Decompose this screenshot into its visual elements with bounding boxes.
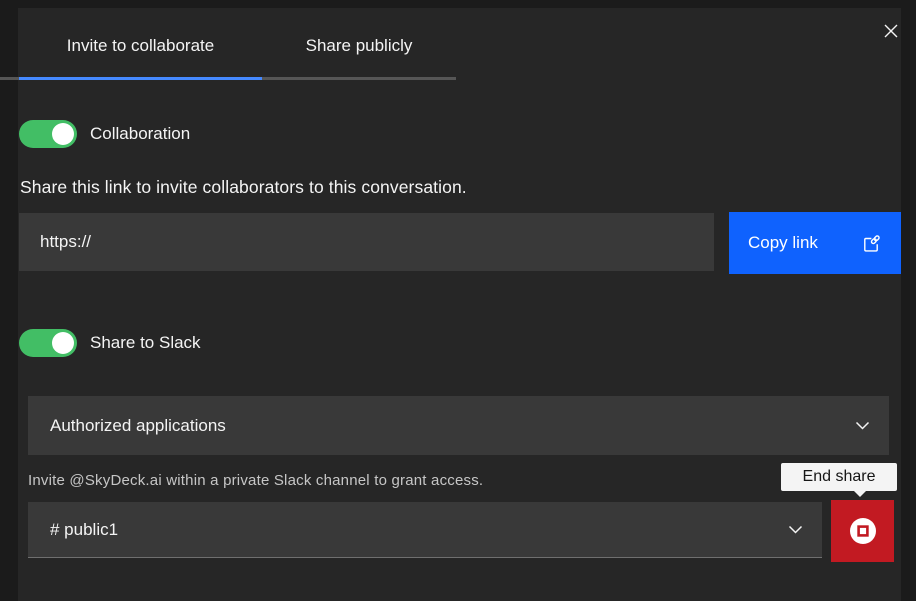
end-share-button[interactable]: [831, 500, 894, 562]
collaboration-toggle[interactable]: [19, 120, 77, 148]
copy-link-label: Copy link: [748, 233, 818, 253]
share-dialog: Invite to collaborate Share publicly Col…: [0, 0, 916, 601]
tab-invite-label: Invite to collaborate: [67, 36, 214, 56]
tab-share-publicly[interactable]: Share publicly: [262, 8, 456, 77]
slack-channel-value: # public1: [50, 520, 118, 540]
copy-link-icon: [861, 233, 882, 254]
active-tab-indicator: [19, 77, 262, 80]
share-link-input[interactable]: [19, 213, 714, 271]
slack-channel-dropdown[interactable]: # public1: [28, 502, 822, 558]
stop-icon: [849, 517, 877, 545]
collaboration-toggle-label: Collaboration: [90, 124, 190, 144]
close-icon: [883, 23, 899, 39]
chevron-down-icon: [855, 421, 870, 430]
share-to-slack-toggle[interactable]: [19, 329, 77, 357]
collaboration-row: Collaboration: [19, 120, 190, 148]
chevron-down-icon: [788, 525, 803, 534]
authorized-applications-dropdown[interactable]: Authorized applications: [28, 396, 889, 455]
authorized-applications-value: Authorized applications: [50, 416, 226, 436]
toggle-knob: [52, 123, 74, 145]
toggle-knob: [52, 332, 74, 354]
tooltip-caret: [853, 490, 867, 497]
slack-helper-text: Invite @SkyDeck.ai within a private Slac…: [28, 472, 483, 489]
end-share-tooltip: End share: [781, 463, 897, 491]
end-share-tooltip-label: End share: [803, 468, 876, 486]
tab-share-label: Share publicly: [306, 36, 413, 56]
copy-link-button[interactable]: Copy link: [729, 212, 901, 274]
tab-invite-to-collaborate[interactable]: Invite to collaborate: [19, 8, 262, 77]
share-to-slack-toggle-label: Share to Slack: [90, 333, 201, 353]
share-to-slack-row: Share to Slack: [19, 329, 201, 357]
close-button[interactable]: [877, 17, 905, 45]
share-link-description: Share this link to invite collaborators …: [20, 177, 467, 198]
